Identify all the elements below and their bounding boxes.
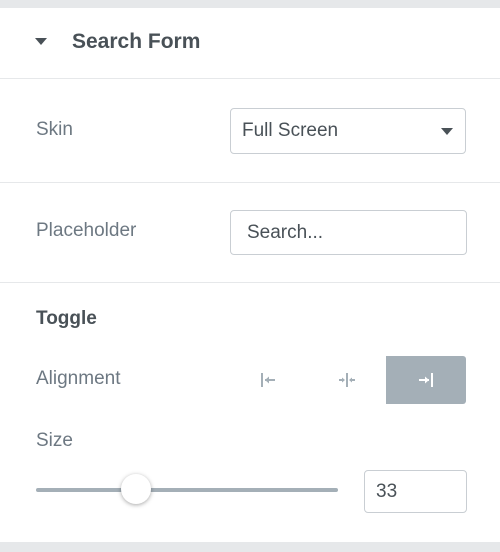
search-form-panel: Search Form Skin Full Screen Placeholder… <box>0 8 500 542</box>
divider <box>0 182 500 183</box>
size-slider-handle[interactable] <box>120 474 151 504</box>
align-center-icon <box>338 373 355 387</box>
align-left-button[interactable] <box>228 356 307 404</box>
alignment-label: Alignment <box>36 368 121 389</box>
section-title: Search Form <box>72 30 201 53</box>
align-right-icon <box>419 373 433 387</box>
placeholder-label: Placeholder <box>36 220 137 241</box>
caret-down-icon <box>441 128 453 135</box>
align-left-icon <box>260 373 275 387</box>
size-number-input[interactable] <box>364 470 467 513</box>
size-slider-track[interactable] <box>36 488 338 492</box>
alignment-button-group <box>228 356 466 404</box>
skin-select[interactable]: Full Screen <box>230 108 466 154</box>
skin-label: Skin <box>36 119 73 140</box>
align-center-button[interactable] <box>307 356 386 404</box>
align-right-button[interactable] <box>386 356 466 404</box>
divider <box>0 282 500 283</box>
toggle-heading: Toggle <box>36 308 97 329</box>
placeholder-input[interactable] <box>230 210 467 255</box>
skin-select-value: Full Screen <box>242 120 339 141</box>
section-header-search-form[interactable]: Search Form <box>0 8 500 79</box>
size-label: Size <box>36 430 73 451</box>
caret-down-icon[interactable] <box>35 38 47 45</box>
